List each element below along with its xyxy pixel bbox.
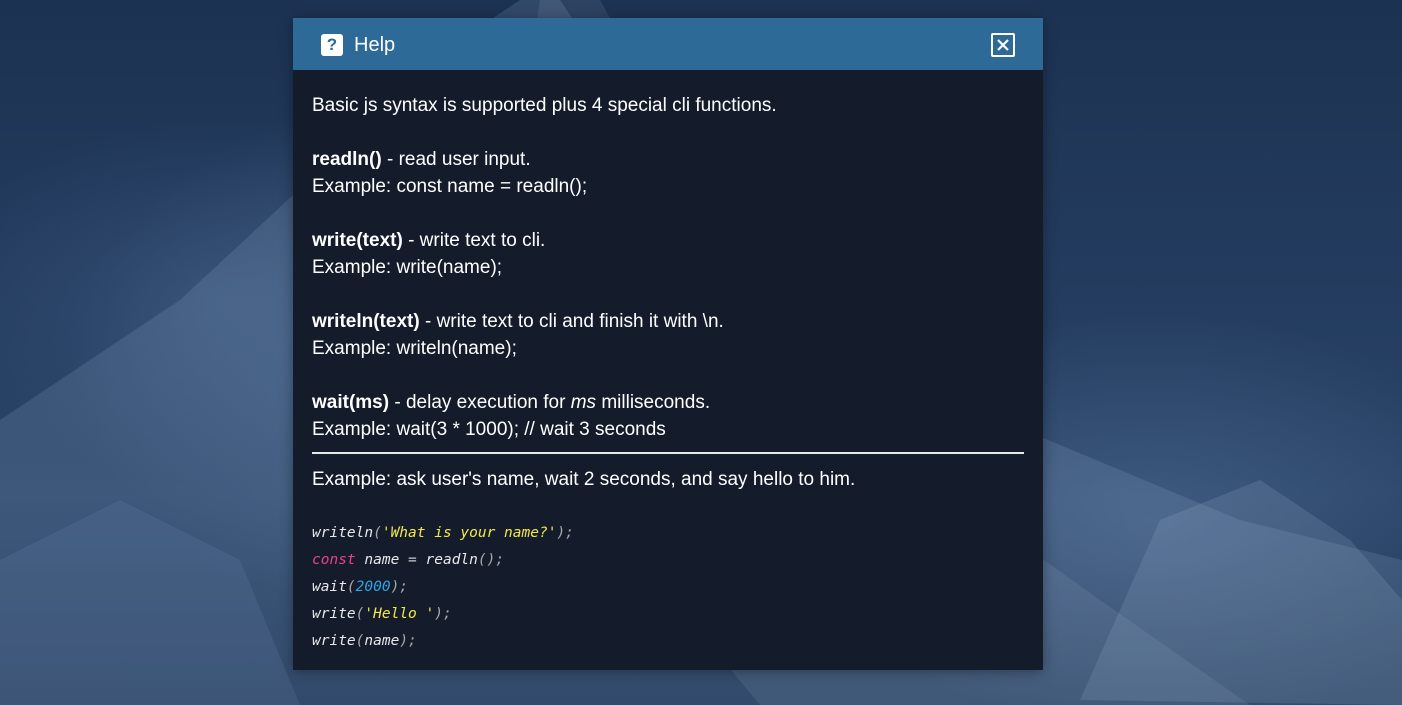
- function-signature: readln() - read user input.: [312, 146, 1024, 173]
- function-description: - read user input.: [381, 149, 531, 170]
- help-icon: ?: [321, 34, 343, 56]
- function-description-end: milliseconds.: [596, 392, 711, 413]
- close-button[interactable]: [991, 33, 1015, 57]
- function-description: - write text to cli.: [402, 230, 546, 251]
- dialog-header: ? Help: [293, 18, 1043, 70]
- function-description: - delay execution for: [389, 392, 571, 413]
- function-example: Example: wait(3 * 1000); // wait 3 secon…: [312, 419, 666, 440]
- example-intro: Example: ask user's name, wait 2 seconds…: [312, 469, 856, 490]
- function-example: Example: const name = readln();: [312, 176, 588, 197]
- code-line: write(name);: [312, 633, 417, 649]
- function-example: Example: writeln(name);: [312, 338, 517, 359]
- code-line: wait(2000);: [312, 579, 409, 595]
- function-description: - write text to cli and finish it with \…: [419, 311, 724, 332]
- function-write: write(text) - write text to cli. Example…: [312, 227, 1024, 281]
- function-wait: wait(ms) - delay execution for ms millis…: [312, 389, 1024, 443]
- function-readln: readln() - read user input. Example: con…: [312, 146, 1024, 200]
- function-name: wait(ms): [312, 392, 390, 413]
- intro-text: Basic js syntax is supported plus 4 spec…: [312, 95, 777, 116]
- code-line: writeln('What is your name?');: [312, 525, 574, 541]
- function-example: Example: write(name);: [312, 257, 503, 278]
- function-description-emphasis: ms: [570, 392, 597, 413]
- code-example: writeln('What is your name?'); const nam…: [312, 520, 1024, 655]
- function-name: write(text): [312, 230, 403, 251]
- function-name: readln(): [312, 149, 382, 170]
- close-icon: [997, 39, 1009, 51]
- function-signature: wait(ms) - delay execution for ms millis…: [312, 389, 1024, 416]
- help-dialog: ? Help Basic js syntax is supported plus…: [293, 18, 1043, 670]
- dialog-title: Help: [354, 34, 396, 56]
- code-line: const name = readln();: [312, 552, 505, 568]
- function-name: writeln(text): [312, 311, 420, 332]
- function-writeln: writeln(text) - write text to cli and fi…: [312, 308, 1024, 362]
- dialog-body: Basic js syntax is supported plus 4 spec…: [293, 70, 1043, 655]
- divider: [312, 452, 1024, 454]
- code-line: write('Hello ');: [312, 606, 452, 622]
- function-signature: write(text) - write text to cli.: [312, 227, 1024, 254]
- function-signature: writeln(text) - write text to cli and fi…: [312, 308, 1024, 335]
